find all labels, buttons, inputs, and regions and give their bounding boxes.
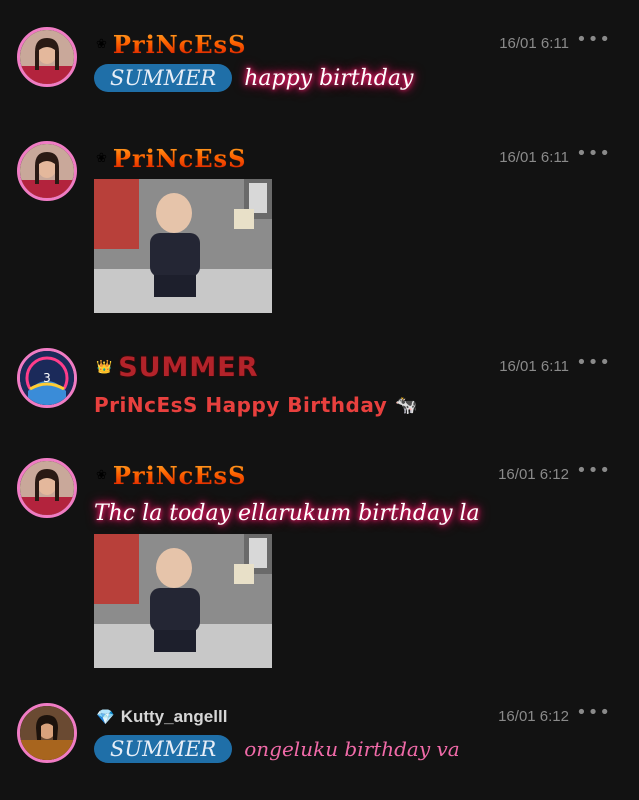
timestamp: 16/01 6:12: [498, 466, 569, 483]
message-content: SUMMER ongeluku birthday va: [94, 735, 460, 763]
timestamp: 16/01 6:12: [498, 708, 569, 725]
timestamp: 16/01 6:11: [499, 149, 569, 166]
message-text: happy birthday: [244, 65, 414, 91]
message-text: Thc la today ellarukum birthday la: [94, 501, 480, 526]
flower-badge-icon: ❀: [96, 36, 107, 52]
timestamp: 16/01 6:11: [499, 358, 569, 375]
more-options-icon[interactable]: •••: [576, 29, 611, 50]
author-row: 👑 SUMMER: [96, 352, 259, 383]
message-content: Thc la today ellarukum birthday la: [94, 501, 480, 526]
message-content: PriNcEsS Happy Birthday 🐄: [94, 393, 418, 417]
mention-chip[interactable]: SUMMER: [94, 64, 233, 92]
message-text: PriNcEsS Happy Birthday: [94, 393, 388, 417]
author-row: ❀ PriNcEsS: [96, 143, 246, 173]
diamond-badge-icon: 💎: [96, 707, 115, 726]
svg-text:3: 3: [43, 371, 51, 385]
gif-attachment[interactable]: [94, 179, 272, 313]
author-row: ❀ PriNcEsS: [96, 29, 246, 59]
author-name[interactable]: PriNcEsS: [113, 461, 247, 490]
crown-badge-icon: 👑: [96, 359, 113, 375]
avatar[interactable]: [17, 27, 77, 87]
message-content: SUMMER happy birthday: [94, 64, 413, 92]
mention-chip[interactable]: SUMMER: [94, 735, 233, 763]
author-name[interactable]: Kutty_angelll: [121, 707, 228, 727]
more-options-icon[interactable]: •••: [576, 352, 611, 373]
timestamp: 16/01 6:11: [499, 35, 569, 52]
avatar[interactable]: [17, 458, 77, 518]
more-options-icon[interactable]: •••: [576, 143, 611, 164]
avatar[interactable]: [17, 703, 77, 763]
avatar[interactable]: [17, 141, 77, 201]
gif-attachment[interactable]: [94, 534, 272, 668]
author-name[interactable]: PriNcEsS: [113, 144, 247, 173]
message-text: ongeluku birthday va: [244, 737, 460, 761]
avatar[interactable]: 3: [17, 348, 77, 408]
cow-emoji: 🐄: [395, 394, 418, 416]
more-options-icon[interactable]: •••: [576, 460, 611, 481]
flower-badge-icon: ❀: [96, 150, 107, 166]
author-name[interactable]: PriNcEsS: [113, 30, 247, 59]
flower-badge-icon: ❀: [96, 467, 107, 483]
more-options-icon[interactable]: •••: [576, 702, 611, 723]
author-row: 💎 Kutty_angelll: [96, 702, 227, 732]
chat-feed: ❀ PriNcEsS 16/01 6:11 ••• SUMMER happy b…: [0, 0, 639, 800]
author-name[interactable]: SUMMER: [118, 352, 258, 383]
author-row: ❀ PriNcEsS: [96, 460, 246, 490]
